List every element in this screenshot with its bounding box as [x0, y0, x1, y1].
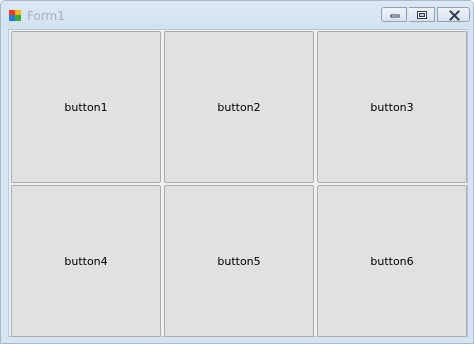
close-button[interactable] [437, 7, 470, 22]
app-icon[interactable] [9, 10, 21, 21]
button2[interactable]: button2 [164, 31, 314, 183]
button5[interactable]: button5 [164, 185, 314, 337]
form-client-area: button1 button2 button3 button4 button5 … [8, 29, 468, 337]
minimize-icon [390, 14, 400, 18]
button1[interactable]: button1 [11, 31, 161, 183]
window-title: Form1 [27, 9, 65, 23]
button6[interactable]: button6 [317, 185, 467, 337]
restore-icon [417, 11, 427, 19]
form-window: Form1 button1 button2 button3 button4 bu… [0, 0, 474, 344]
maximize-button[interactable] [409, 7, 435, 22]
title-bar[interactable]: Form1 [1, 1, 473, 29]
button4[interactable]: button4 [11, 185, 161, 337]
minimize-button[interactable] [381, 7, 407, 22]
button3[interactable]: button3 [317, 31, 467, 183]
close-icon [449, 10, 460, 21]
